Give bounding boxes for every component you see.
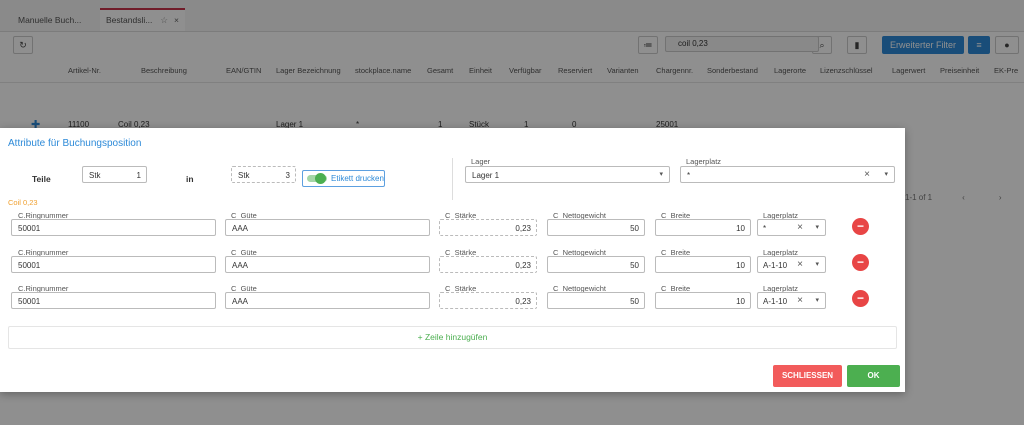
teile-input[interactable]: Stk 1 — [82, 166, 147, 183]
remove-row-button[interactable]: − — [852, 290, 869, 307]
row-lagerplatz-value: * — [763, 224, 767, 233]
in-unit: Stk — [238, 171, 250, 180]
print-label-toggle[interactable]: Etikett drucken — [302, 170, 385, 187]
clear-icon[interactable]: × — [797, 259, 803, 270]
ok-button[interactable]: OK — [847, 365, 900, 387]
row-lagerplatz-select[interactable]: A-1-10 × ▾ — [757, 292, 826, 309]
add-row-label: + Zeile hinzugüfen — [417, 332, 488, 342]
chevron-down-icon: ▾ — [884, 171, 888, 178]
lagerplatz-label: Lagerplatz — [686, 157, 722, 166]
product-name: Coil 0,23 — [8, 198, 38, 207]
nettogewicht-input[interactable]: 50 — [547, 292, 645, 309]
clear-icon[interactable]: × — [864, 169, 870, 180]
lagerplatz-value: * — [687, 171, 691, 180]
clear-icon[interactable]: × — [797, 295, 803, 306]
breite-value: 10 — [736, 224, 745, 233]
chevron-down-icon: ▾ — [659, 171, 663, 178]
breite-input[interactable]: 10 — [655, 256, 751, 273]
ringnummer-value: 50001 — [18, 224, 41, 233]
staerke-input[interactable]: 0,23 — [439, 256, 537, 273]
nettogewicht-value: 50 — [630, 261, 639, 270]
ringnummer-input[interactable]: 50001 — [11, 292, 216, 309]
divider — [452, 158, 453, 200]
staerke-value: 0,23 — [515, 224, 531, 233]
in-label: in — [186, 174, 194, 184]
lagerplatz-select[interactable]: * × ▾ — [680, 166, 895, 183]
chevron-down-icon: ▾ — [815, 297, 819, 304]
ringnummer-input[interactable]: 50001 — [11, 256, 216, 273]
breite-value: 10 — [736, 297, 745, 306]
ringnummer-value: 50001 — [18, 297, 41, 306]
lager-select[interactable]: Lager 1 ▾ — [465, 166, 670, 183]
nettogewicht-input[interactable]: 50 — [547, 256, 645, 273]
print-label-text: Etikett drucken — [331, 174, 384, 183]
dialog-title: Attribute für Buchungsposition — [8, 138, 142, 149]
guete-value: AAA — [232, 224, 249, 233]
guete-input[interactable]: AAA — [225, 256, 430, 273]
staerke-value: 0,23 — [515, 261, 531, 270]
remove-row-button[interactable]: − — [852, 218, 869, 235]
chevron-down-icon: ▾ — [815, 224, 819, 231]
toggle-knob — [315, 173, 326, 184]
nettogewicht-value: 50 — [630, 224, 639, 233]
guete-input[interactable]: AAA — [225, 219, 430, 236]
staerke-input[interactable]: 0,23 — [439, 292, 537, 309]
teile-unit: Stk — [89, 171, 101, 180]
in-input[interactable]: Stk 3 — [231, 166, 296, 183]
in-value: 3 — [285, 171, 290, 180]
teile-value: 1 — [136, 171, 141, 180]
nettogewicht-value: 50 — [630, 297, 639, 306]
breite-input[interactable]: 10 — [655, 292, 751, 309]
row-lagerplatz-select[interactable]: A-1-10 × ▾ — [757, 256, 826, 273]
lager-label: Lager — [471, 157, 491, 166]
ringnummer-value: 50001 — [18, 261, 41, 270]
guete-value: AAA — [232, 261, 249, 270]
teile-label: Teile — [32, 174, 51, 184]
staerke-value: 0,23 — [515, 297, 531, 306]
guete-value: AAA — [232, 297, 249, 306]
lager-value: Lager 1 — [472, 171, 500, 180]
remove-row-button[interactable]: − — [852, 254, 869, 271]
add-row-button[interactable]: + Zeile hinzugüfen — [8, 326, 897, 349]
guete-input[interactable]: AAA — [225, 292, 430, 309]
row-lagerplatz-select[interactable]: * × ▾ — [757, 219, 826, 236]
row-lagerplatz-value: A-1-10 — [763, 297, 788, 306]
nettogewicht-input[interactable]: 50 — [547, 219, 645, 236]
row-lagerplatz-value: A-1-10 — [763, 261, 788, 270]
ringnummer-input[interactable]: 50001 — [11, 219, 216, 236]
close-button[interactable]: SCHLIESSEN — [773, 365, 842, 387]
breite-input[interactable]: 10 — [655, 219, 751, 236]
staerke-input[interactable]: 0,23 — [439, 219, 537, 236]
breite-value: 10 — [736, 261, 745, 270]
clear-icon[interactable]: × — [797, 222, 803, 233]
chevron-down-icon: ▾ — [815, 261, 819, 268]
